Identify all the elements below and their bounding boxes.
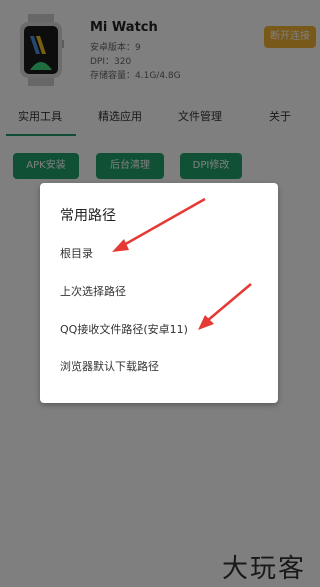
path-qq-received[interactable]: QQ接收文件路径(安卓11) (60, 321, 188, 337)
dialog-title: 常用路径 (60, 208, 116, 224)
path-last-selected[interactable]: 上次选择路径 (60, 283, 126, 299)
path-root[interactable]: 根目录 (60, 245, 93, 261)
path-browser-download[interactable]: 浏览器默认下载路径 (60, 358, 159, 374)
common-paths-dialog: 常用路径 根目录 上次选择路径 QQ接收文件路径(安卓11) 浏览器默认下载路径 (40, 183, 278, 403)
